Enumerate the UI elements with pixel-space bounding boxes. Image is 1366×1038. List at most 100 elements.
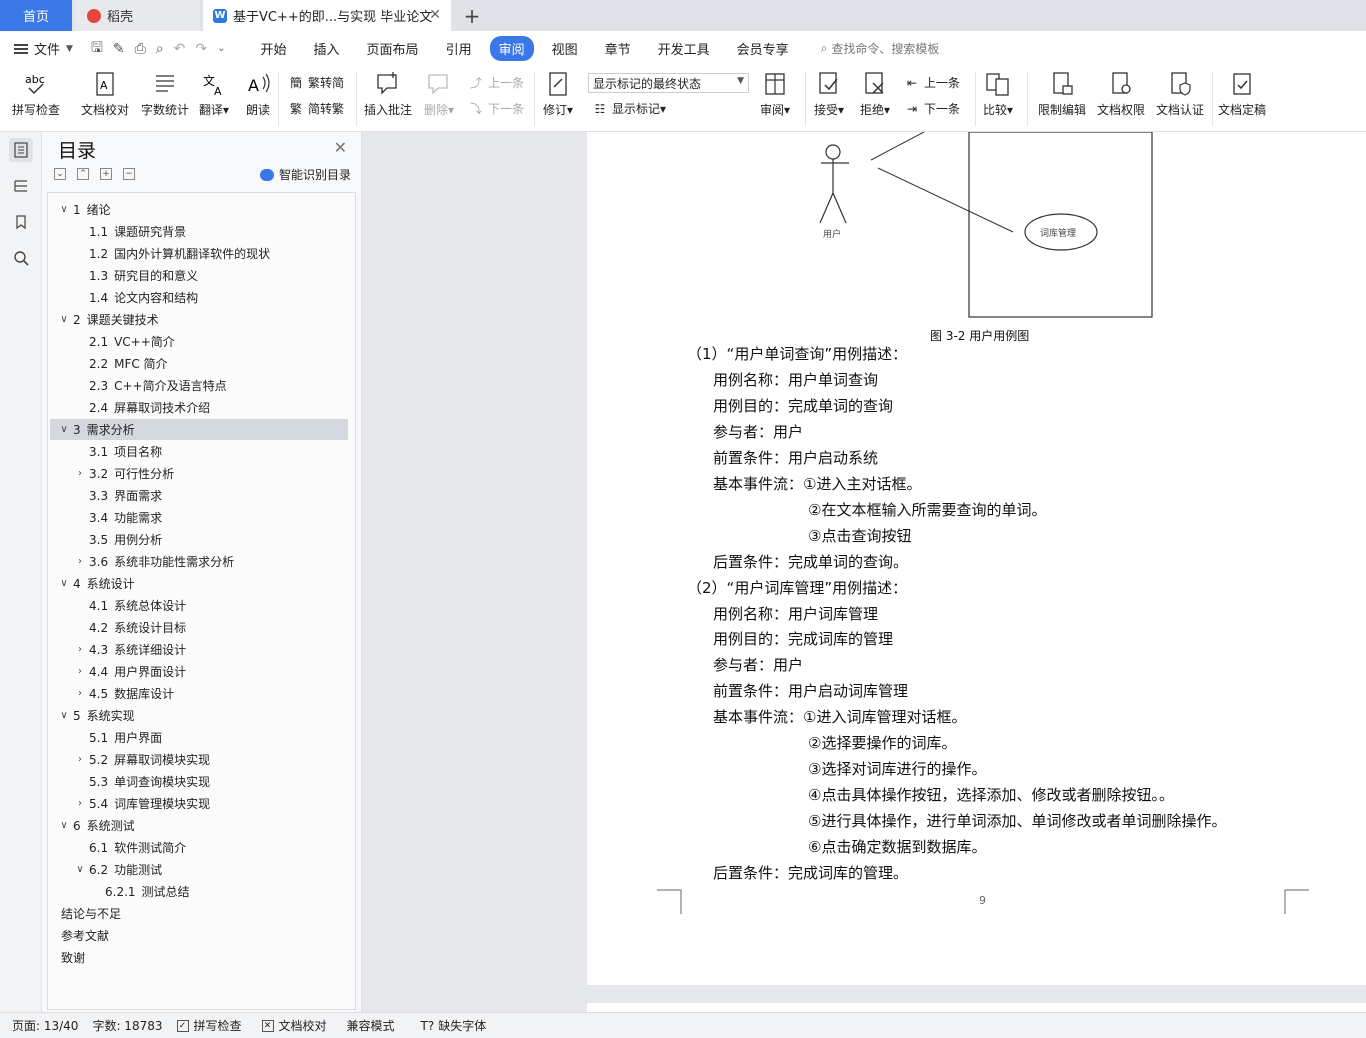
chevron-down-icon[interactable]: ∨ — [58, 820, 70, 831]
chevron-down-icon[interactable]: ∨ — [74, 864, 86, 875]
toc-item[interactable]: 1.2 国内外计算机翻译软件的现状 — [50, 243, 348, 264]
translate-button[interactable]: 文 A 翻译▾ — [199, 70, 229, 118]
toc-item[interactable]: 5.3 单词查询模块实现 — [50, 771, 348, 792]
chevron-right-icon[interactable]: › — [74, 798, 86, 809]
toc-item[interactable]: 4.2 系统设计目标 — [50, 617, 348, 638]
print-icon[interactable]: ⎙ — [135, 41, 146, 57]
toc-item[interactable]: 2.4 屏幕取词技术介绍 — [50, 397, 348, 418]
toc-item[interactable]: 6.1 软件测试简介 — [50, 837, 348, 858]
toc-item[interactable]: 1.4 论文内容和结构 — [50, 287, 348, 308]
tab-home[interactable]: 首页 — [0, 0, 72, 31]
toc-item[interactable]: › 3.2 可行性分析 — [50, 463, 348, 484]
toc-item[interactable]: 1.3 研究目的和意义 — [50, 265, 348, 286]
toc-item[interactable]: ∨ 1 绪论 — [50, 199, 348, 220]
next-change-button[interactable]: ⇥ 下一条 — [904, 100, 960, 117]
save-icon[interactable]: 🖫 — [91, 37, 103, 61]
tab-8[interactable]: 会员专享 — [728, 36, 798, 61]
toc-item[interactable]: 致谢 — [50, 947, 348, 968]
toc-item[interactable]: › 5.4 词库管理模块实现 — [50, 793, 348, 814]
toc-item[interactable]: 1.1 课题研究背景 — [50, 221, 348, 242]
command-search[interactable]: ⌕ 查找命令、搜索模板 — [821, 40, 940, 57]
doc-finalize-button[interactable]: 文档定稿 — [1218, 70, 1266, 118]
file-menu[interactable]: 文件 ▼ — [14, 39, 73, 58]
review-pane-button[interactable]: 审阅▾ — [760, 70, 790, 118]
chapter-nav-icon[interactable] — [9, 174, 33, 198]
customize-icon[interactable]: ⌄ — [217, 43, 225, 54]
tab-document[interactable]: W 基于VC++的即...与实现 毕业论文 ✕ — [203, 0, 451, 31]
toc-item[interactable]: 3.1 项目名称 — [50, 441, 348, 462]
word-count-indicator[interactable]: 字数: 18783 — [92, 1017, 162, 1034]
show-markup-button[interactable]: ☷ 显示标记 ▾ — [592, 100, 666, 117]
toc-item[interactable]: › 4.3 系统详细设计 — [50, 639, 348, 660]
toc-item[interactable]: 2.1 VC++简介 — [50, 331, 348, 352]
page-indicator[interactable]: 页面: 13/40 — [12, 1017, 78, 1034]
collapse-all-icon[interactable]: ⌃ — [77, 168, 89, 180]
close-tab-icon[interactable]: ✕ — [429, 7, 441, 23]
toc-item[interactable]: 3.3 界面需求 — [50, 485, 348, 506]
missing-font-button[interactable]: T? 缺失字体 — [421, 1017, 487, 1034]
tab-3[interactable]: 引用 — [437, 36, 481, 61]
toc-item[interactable]: › 4.5 数据库设计 — [50, 683, 348, 704]
toc-item[interactable]: 4.1 系统总体设计 — [50, 595, 348, 616]
toc-item[interactable]: 5.1 用户界面 — [50, 727, 348, 748]
revise-button[interactable]: 修订▾ — [543, 70, 573, 118]
chevron-right-icon[interactable]: › — [74, 666, 86, 677]
tab-7[interactable]: 开发工具 — [649, 36, 719, 61]
new-tab-button[interactable]: + — [460, 0, 484, 31]
tab-2[interactable]: 页面布局 — [358, 36, 428, 61]
compare-button[interactable]: 比较▾ — [983, 70, 1013, 118]
toc-item[interactable]: 6.2.1 测试总结 — [50, 881, 348, 902]
tab-1[interactable]: 插入 — [305, 36, 349, 61]
doc-certify-button[interactable]: 文档认证 — [1156, 70, 1204, 118]
accept-button[interactable]: 接受▾ — [814, 70, 844, 118]
expand-all-icon[interactable]: ⌄ — [54, 168, 66, 180]
toc-item[interactable]: 3.5 用例分析 — [50, 529, 348, 550]
tab-docer[interactable]: 稻壳 — [75, 0, 200, 31]
bookmark-icon[interactable] — [9, 210, 33, 234]
toc-item[interactable]: 参考文献 — [50, 925, 348, 946]
tab-0[interactable]: 开始 — [252, 36, 296, 61]
remove-heading-icon[interactable]: − — [123, 168, 135, 180]
toc-item[interactable]: › 4.4 用户界面设计 — [50, 661, 348, 682]
toc-item[interactable]: ∨ 6 系统测试 — [50, 815, 348, 836]
toc-pane-icon[interactable] — [9, 138, 33, 162]
toc-item[interactable]: ∨ 6.2 功能测试 — [50, 859, 348, 880]
trad-to-simp-button[interactable]: 簡繁转简 — [288, 74, 344, 91]
chevron-right-icon[interactable]: › — [74, 556, 86, 567]
doc-permission-button[interactable]: 文档权限 — [1097, 70, 1145, 118]
chevron-down-icon[interactable]: ∨ — [58, 204, 70, 215]
tab-5[interactable]: 视图 — [543, 36, 587, 61]
word-count-button[interactable]: 字数统计 — [141, 70, 189, 118]
prev-comment-button[interactable]: ⤴ 上一条 — [468, 74, 524, 91]
toc-item[interactable]: ∨ 4 系统设计 — [50, 573, 348, 594]
doc-proof-toggle[interactable]: ✕ 文档校对 — [261, 1017, 327, 1034]
simp-to-trad-button[interactable]: 繁简转繁 — [288, 100, 344, 117]
toc-item[interactable]: 3.4 功能需求 — [50, 507, 348, 528]
toc-item[interactable]: ∨ 5 系统实现 — [50, 705, 348, 726]
format-painter-icon[interactable]: ✎ — [113, 41, 125, 57]
toc-item[interactable]: ∨ 3 需求分析 — [50, 419, 348, 440]
spell-check-button[interactable]: abc 拼写检查 — [12, 70, 60, 118]
toc-item[interactable]: 结论与不足 — [50, 903, 348, 924]
undo-icon[interactable]: ↶ — [174, 41, 186, 57]
doc-proof-button[interactable]: A 文档校对 — [81, 70, 129, 118]
toc-item[interactable]: ∨ 2 课题关键技术 — [50, 309, 348, 330]
toc-item[interactable]: › 5.2 屏幕取词模块实现 — [50, 749, 348, 770]
chevron-down-icon[interactable]: ∨ — [58, 314, 70, 325]
chevron-right-icon[interactable]: › — [74, 754, 86, 765]
prev-change-button[interactable]: ⇤ 上一条 — [904, 74, 960, 91]
read-aloud-button[interactable]: A 朗读 — [245, 70, 271, 118]
print-preview-icon[interactable]: ⌕ — [156, 41, 164, 57]
close-icon[interactable]: ✕ — [334, 138, 347, 157]
restrict-edit-button[interactable]: 限制编辑 — [1038, 70, 1086, 118]
reject-button[interactable]: 拒绝▾ — [860, 70, 890, 118]
smart-toc-button[interactable]: 智能识别目录 — [259, 166, 351, 183]
redo-icon[interactable]: ↷ — [195, 41, 207, 57]
chevron-right-icon[interactable]: › — [74, 468, 86, 479]
search-icon[interactable] — [9, 246, 33, 270]
chevron-down-icon[interactable]: ∨ — [58, 424, 70, 435]
tab-4[interactable]: 审阅 — [489, 36, 534, 61]
chevron-right-icon[interactable]: › — [74, 688, 86, 699]
delete-comment-button[interactable]: 删除▾ — [424, 70, 454, 118]
tab-6[interactable]: 章节 — [596, 36, 640, 61]
